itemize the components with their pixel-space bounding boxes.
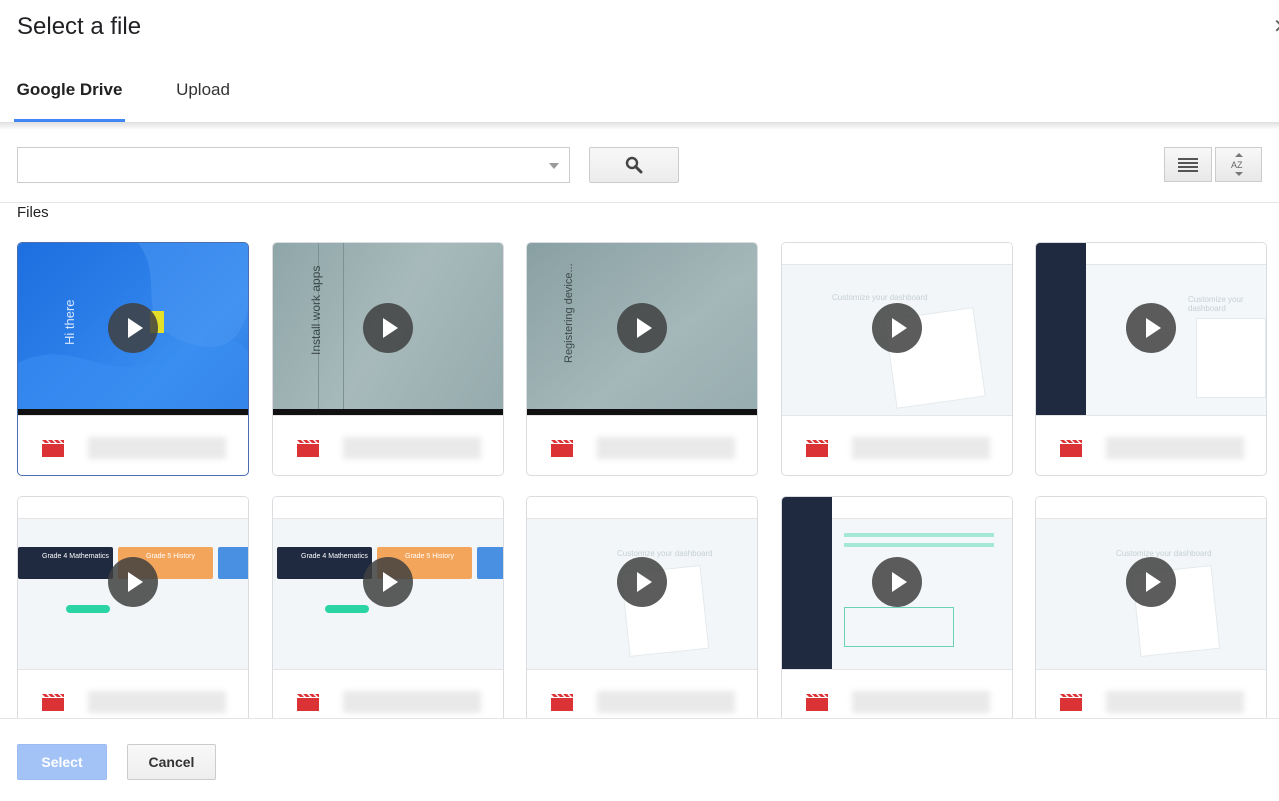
file-card[interactable]: Install work apps — [272, 242, 504, 476]
video-file-icon — [1060, 694, 1082, 711]
card-footer — [273, 669, 503, 718]
tab-google-drive[interactable]: Google Drive — [14, 60, 125, 122]
thumb-text-grade5: Grade 5 History — [146, 553, 196, 560]
sort-button[interactable]: AZ — [1215, 147, 1262, 182]
dialog-title: Select a file — [17, 13, 142, 40]
thumb-text-customize: Customize your dashboard — [1116, 549, 1212, 558]
file-name-redacted — [597, 437, 735, 459]
file-card[interactable] — [781, 496, 1013, 718]
file-card[interactable]: Grade 4 Mathematics Grade 5 History — [17, 496, 249, 718]
play-icon[interactable] — [1126, 557, 1176, 607]
thumb-text-install-work-apps: Install work apps — [309, 265, 323, 355]
thumb-text-customize: Customize your dashboard — [832, 293, 928, 302]
thumb-text-grade4: Grade 4 Mathematics — [301, 553, 368, 560]
svg-text:AZ: AZ — [1231, 160, 1243, 170]
card-footer — [782, 669, 1012, 718]
file-card[interactable]: Customize your dashboard — [781, 242, 1013, 476]
file-card[interactable]: Customize your dashboard — [526, 496, 758, 718]
thumb-text-grade4: Grade 4 Mathematics — [42, 553, 109, 560]
toolbar-divider — [0, 202, 1279, 203]
cancel-button[interactable]: Cancel — [127, 744, 216, 780]
search-icon — [625, 156, 643, 174]
file-name-redacted — [852, 691, 990, 713]
file-card[interactable]: Hi there — [17, 242, 249, 476]
video-thumbnail: Install work apps — [273, 243, 503, 415]
play-icon[interactable] — [108, 557, 158, 607]
video-thumbnail: Registering device... — [527, 243, 757, 415]
card-footer — [273, 415, 503, 475]
card-footer — [527, 415, 757, 475]
files-section-label: Files — [17, 204, 49, 221]
video-thumbnail — [782, 497, 1012, 669]
search-combobox[interactable] — [17, 147, 570, 183]
file-card[interactable]: Grade 4 Mathematics Grade 5 History — [272, 496, 504, 718]
file-card[interactable]: Customize your dashboard — [1035, 496, 1267, 718]
footer-divider — [0, 718, 1279, 719]
play-icon[interactable] — [617, 303, 667, 353]
play-icon[interactable] — [363, 557, 413, 607]
card-footer — [1036, 415, 1266, 475]
video-file-icon — [551, 440, 573, 457]
tabs-shadow — [0, 122, 1279, 130]
video-file-icon — [297, 440, 319, 457]
card-footer — [527, 669, 757, 718]
video-thumbnail: Customize your dashboard — [1036, 497, 1266, 669]
file-name-redacted — [343, 691, 481, 713]
thumb-text-customize: Customize your dashboard — [617, 549, 713, 558]
video-file-icon — [806, 694, 828, 711]
file-name-redacted — [852, 437, 990, 459]
list-view-icon — [1178, 157, 1198, 172]
video-file-icon — [42, 440, 64, 457]
play-icon[interactable] — [872, 557, 922, 607]
sort-az-icon: AZ — [1231, 152, 1243, 176]
file-name-redacted — [1106, 691, 1244, 713]
list-view-button[interactable] — [1164, 147, 1212, 182]
file-card[interactable]: Registering device... — [526, 242, 758, 476]
file-name-redacted — [88, 437, 226, 459]
video-thumbnail: Customize your dashboard — [782, 243, 1012, 415]
play-icon[interactable] — [108, 303, 158, 353]
file-name-redacted — [343, 437, 481, 459]
video-file-icon — [297, 694, 319, 711]
play-icon[interactable] — [1126, 303, 1176, 353]
video-file-icon — [42, 694, 64, 711]
source-tabs: Google Drive Upload — [0, 60, 1279, 122]
chevron-down-icon[interactable] — [549, 163, 559, 169]
video-file-icon — [551, 694, 573, 711]
file-grid: Hi there Install work apps Registering d… — [17, 242, 1279, 718]
file-card[interactable]: Customize your dashboard — [1035, 242, 1267, 476]
search-input[interactable] — [18, 148, 569, 182]
file-name-redacted — [88, 691, 226, 713]
thumb-text-grade5: Grade 5 History — [405, 553, 455, 560]
card-footer — [1036, 669, 1266, 718]
file-name-redacted — [1106, 437, 1244, 459]
play-icon[interactable] — [872, 303, 922, 353]
video-thumbnail: Customize your dashboard — [527, 497, 757, 669]
play-icon[interactable] — [617, 557, 667, 607]
file-name-redacted — [597, 691, 735, 713]
tab-upload[interactable]: Upload — [160, 60, 246, 122]
thumb-text-registering-device: Registering device... — [563, 263, 575, 363]
thumb-text-hi-there: Hi there — [62, 299, 77, 345]
video-thumbnail: Grade 4 Mathematics Grade 5 History — [18, 497, 248, 669]
video-file-icon — [806, 440, 828, 457]
search-button[interactable] — [589, 147, 679, 183]
video-thumbnail: Hi there — [18, 243, 248, 415]
video-thumbnail: Customize your dashboard — [1036, 243, 1266, 415]
card-footer — [782, 415, 1012, 475]
card-footer — [18, 415, 248, 475]
card-footer — [18, 669, 248, 718]
close-icon[interactable]: ✕ — [1273, 14, 1279, 38]
video-thumbnail: Grade 4 Mathematics Grade 5 History — [273, 497, 503, 669]
video-file-icon — [1060, 440, 1082, 457]
thumb-text-customize: Customize your dashboard — [1188, 295, 1244, 313]
select-button[interactable]: Select — [17, 744, 107, 780]
play-icon[interactable] — [363, 303, 413, 353]
